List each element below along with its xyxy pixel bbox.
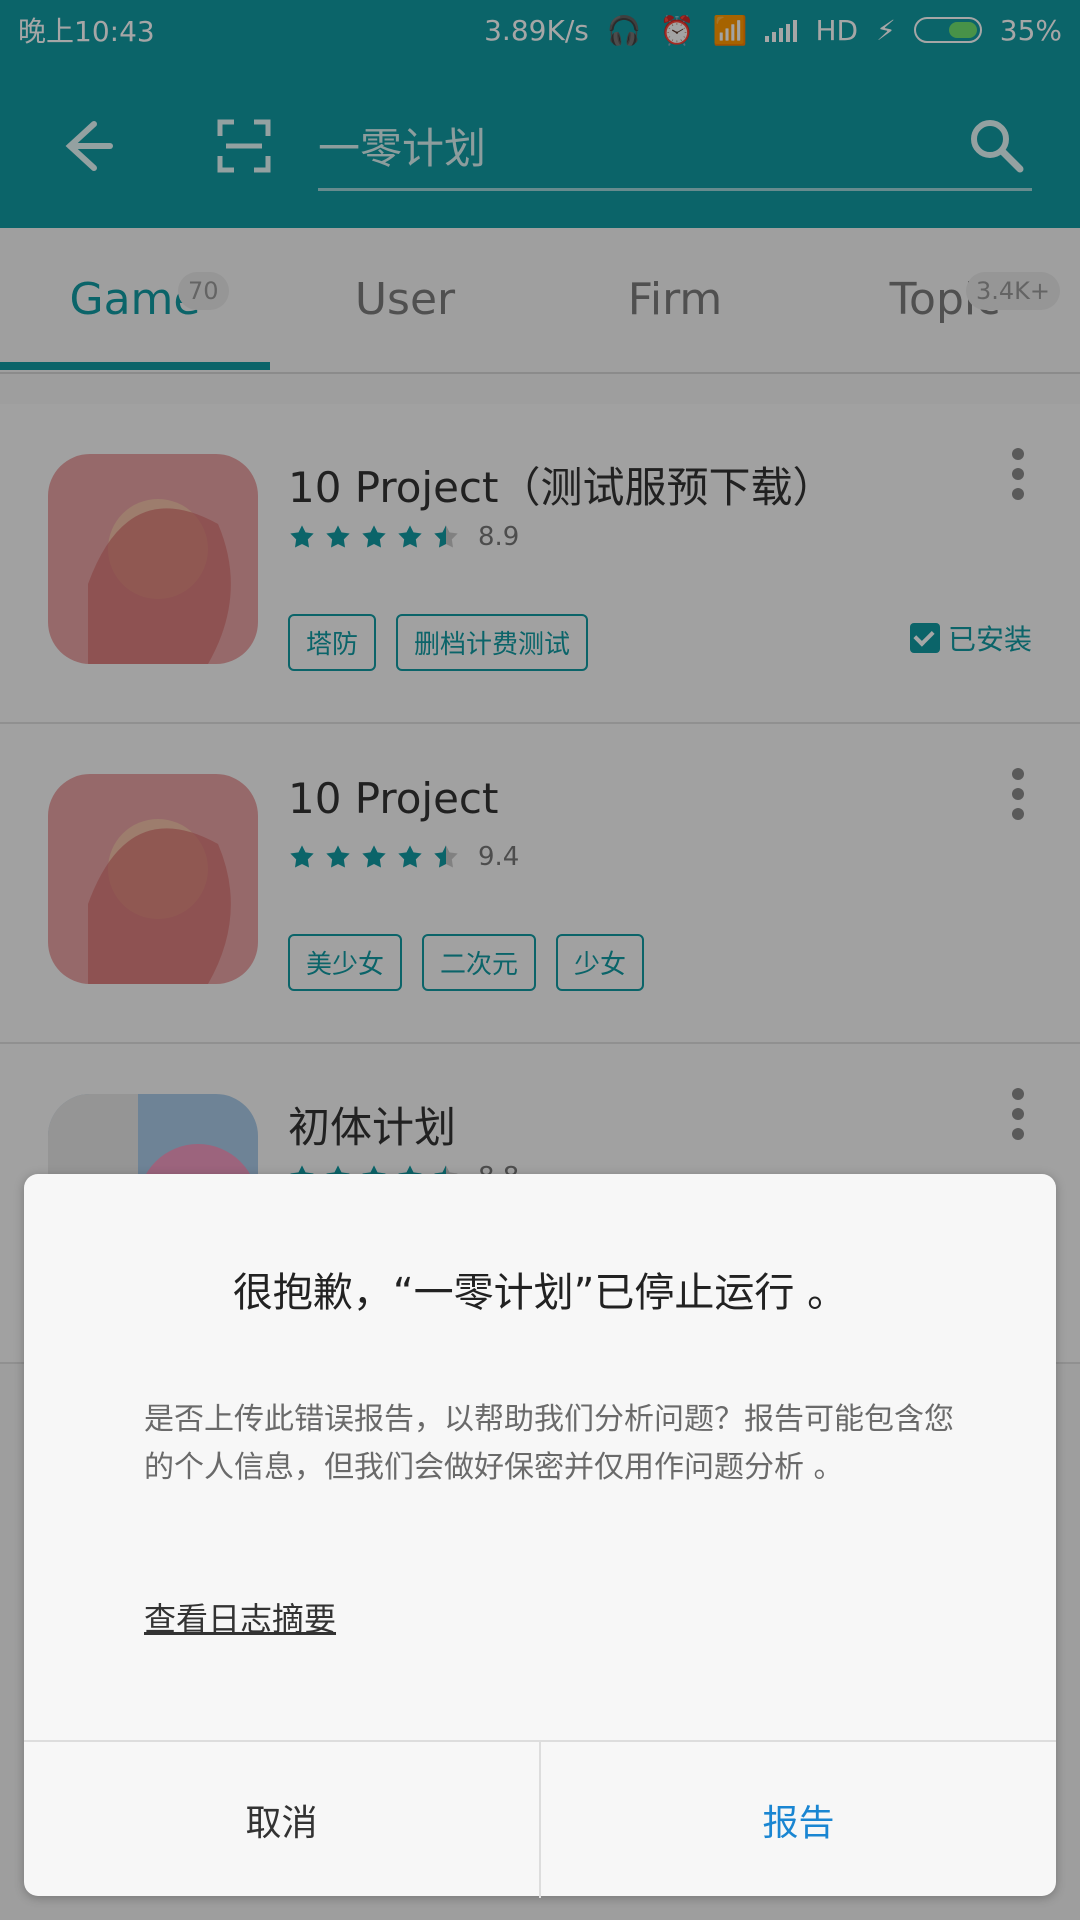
dialog-title: 很抱歉，“一零计划”已停止运行 。 xyxy=(232,1270,848,1316)
dialog-message: 是否上传此错误报告，以帮助我们分析问题？报告可能包含您的个人信息，但我们会做好保… xyxy=(144,1402,954,1485)
dialog-actions: 取消 报告 xyxy=(24,1740,1056,1898)
view-log-summary-link[interactable]: 查看日志摘要 xyxy=(144,1594,336,1640)
report-button[interactable]: 报告 xyxy=(541,1742,1056,1898)
cancel-button[interactable]: 取消 xyxy=(24,1742,541,1898)
crash-report-dialog: 很抱歉，“一零计划”已停止运行 。 是否上传此错误报告，以帮助我们分析问题？报告… xyxy=(24,1174,1056,1898)
